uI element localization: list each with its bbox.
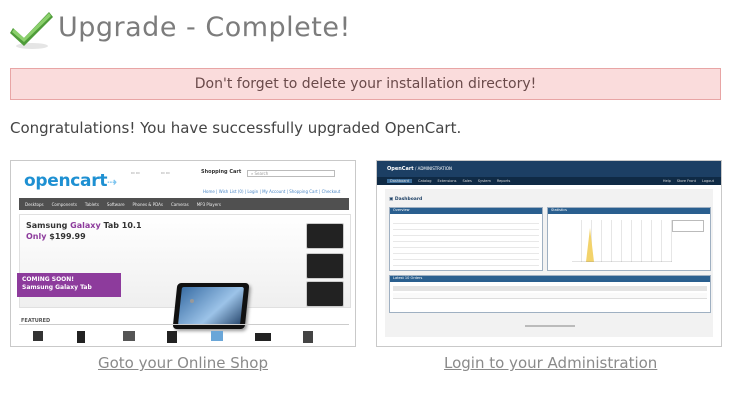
- checkmark-icon: [10, 8, 54, 50]
- admin-link[interactable]: Login to your Administration: [444, 354, 657, 372]
- alert-message: Don't forget to delete your installation…: [10, 68, 721, 100]
- admin-brand: OpenCart / ADMINISTRATION: [387, 166, 452, 172]
- shop-menu-item: Cameras: [170, 201, 189, 207]
- shop-menu-item: Desktops: [25, 201, 44, 207]
- admin-preview-image[interactable]: OpenCart / ADMINISTRATION Dashboard Cata…: [376, 160, 722, 347]
- shop-menu-item: Software: [106, 201, 125, 207]
- admin-header: OpenCart / ADMINISTRATION: [377, 161, 721, 177]
- statistics-graph: [572, 228, 672, 262]
- thumbnail: [306, 281, 344, 307]
- admin-menu: Dashboard Catalog Extensions Sales Syste…: [377, 177, 721, 185]
- statistics-title: Statistics: [551, 208, 567, 212]
- shop-cart-title: Shopping Cart: [201, 169, 242, 175]
- banner-price: Only $199.99: [26, 232, 86, 241]
- shop-logo: opencart⇢: [24, 171, 117, 191]
- shop-menu-item: Tablets: [84, 201, 99, 207]
- overview-panel: Overview: [389, 207, 543, 271]
- promo-banner: COMING SOON! Samsung Galaxy Tab: [17, 273, 121, 297]
- admin-menu-item: Logout: [702, 179, 714, 183]
- admin-menu-item: System: [477, 179, 491, 183]
- shop-link[interactable]: Goto your Online Shop: [98, 354, 268, 372]
- latest-orders-panel: Latest 10 Orders: [389, 275, 711, 313]
- admin-menu-item: Catalog: [418, 179, 432, 183]
- shop-menu-item: Phones & PDAs: [132, 201, 163, 207]
- thumbnail: [306, 223, 344, 249]
- thumbnail: [306, 253, 344, 279]
- admin-menu-item: Store Front: [676, 179, 697, 183]
- admin-menu-item: Help: [662, 179, 671, 183]
- admin-menu-item: Extensions: [437, 179, 457, 183]
- shop-search-box: ⌕ Search: [247, 170, 335, 177]
- admin-menu-item: Reports: [496, 179, 511, 183]
- shop-menu-item: MP3 Players: [196, 201, 221, 207]
- page-title: Upgrade - Complete!: [58, 12, 351, 43]
- overview-title: Overview: [393, 208, 410, 212]
- shop-menu-item: Components: [51, 201, 77, 207]
- shop-preview-image[interactable]: opencart⇢ ▭ ▭ ▭ ▭ Shopping Cart ⌕ Search…: [10, 160, 356, 347]
- shop-search-label: Search: [254, 171, 269, 176]
- latest-orders-title: Latest 10 Orders: [393, 276, 423, 280]
- dashboard-title: ▣ Dashboard: [389, 197, 423, 202]
- admin-menu-item: Dashboard: [387, 179, 412, 183]
- shop-menu: Desktops Components Tablets Software Pho…: [19, 198, 349, 210]
- banner-title: Samsung Galaxy Tab 10.1: [26, 221, 142, 230]
- statistics-panel: Statistics: [547, 207, 711, 271]
- admin-menu-item: Sales: [462, 179, 472, 183]
- admin-content: ▣ Dashboard Overview Statistics Latest 1…: [385, 189, 713, 337]
- success-message: Congratulations! You have successfully u…: [10, 119, 462, 137]
